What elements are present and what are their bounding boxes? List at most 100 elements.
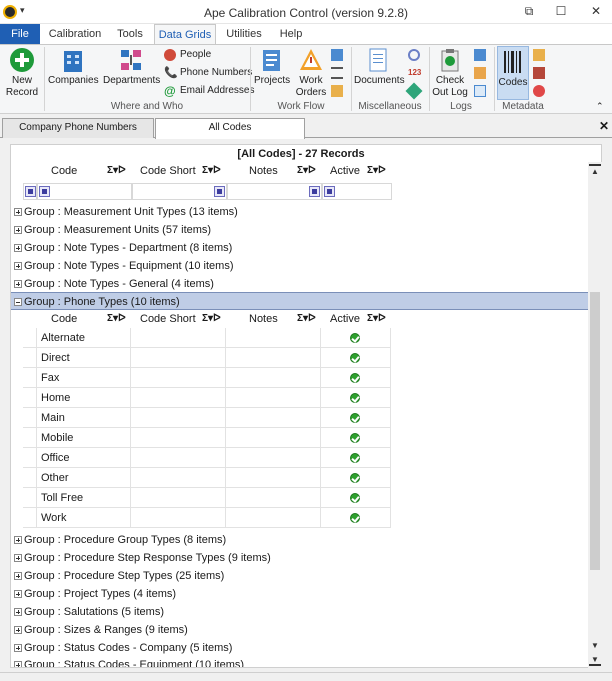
group-row[interactable]: Group : Sizes & Ranges (9 items)	[11, 621, 591, 639]
table-row[interactable]: Work	[23, 508, 391, 528]
new-record-button[interactable]: New Record	[4, 47, 40, 99]
workflow-small-1[interactable]	[331, 47, 345, 63]
workflow-small-3[interactable]	[331, 83, 345, 99]
vertical-scrollbar[interactable]: ▲ ▼ ▼	[588, 162, 602, 668]
expand-icon[interactable]	[14, 554, 22, 562]
table-row[interactable]: Home	[23, 388, 391, 408]
collapse-ribbon-icon[interactable]: ⌃	[596, 101, 604, 112]
table-row[interactable]: Toll Free	[23, 488, 391, 508]
table-row[interactable]: Alternate	[23, 328, 391, 348]
metadata-small-2[interactable]	[533, 65, 547, 81]
close-tab-icon[interactable]: ✕	[599, 119, 609, 133]
misc-small-1[interactable]	[408, 47, 422, 63]
group-row[interactable]: Group : Status Codes - Equipment (10 ite…	[11, 656, 591, 667]
expand-icon[interactable]	[14, 661, 22, 667]
companies-button[interactable]: Companies	[48, 47, 99, 87]
tab-calibration[interactable]: Calibration	[44, 24, 106, 44]
filter-icon[interactable]	[214, 186, 225, 197]
people-button[interactable]: People	[164, 47, 211, 63]
group-row[interactable]: Group : Procedure Step Response Types (9…	[11, 549, 591, 567]
expand-icon[interactable]	[14, 280, 22, 288]
sigma-icon[interactable]: Σ▾ᐅ	[107, 313, 126, 324]
codes-button[interactable]: Codes	[497, 46, 529, 100]
sigma-icon[interactable]: Σ▾ᐅ	[107, 165, 126, 176]
table-row[interactable]: Fax	[23, 368, 391, 388]
expand-icon[interactable]	[14, 244, 22, 252]
expand-icon[interactable]	[14, 262, 22, 270]
group-row[interactable]: Group : Project Types (4 items)	[11, 585, 591, 603]
phone-numbers-button[interactable]: 📞 Phone Numbers	[164, 65, 252, 81]
sigma-icon[interactable]: Σ▾ᐅ	[367, 165, 386, 176]
group-row[interactable]: Group : Salutations (5 items)	[11, 603, 591, 621]
column-header-code[interactable]: Code	[51, 165, 77, 177]
logs-small-3[interactable]	[474, 83, 488, 99]
documents-button[interactable]: Documents	[354, 47, 405, 87]
group-row[interactable]: Group : Procedure Group Types (8 items)	[11, 531, 591, 549]
group-row[interactable]: Group : Measurement Units (57 items)	[11, 221, 591, 239]
tab-tools[interactable]: Tools	[110, 24, 150, 44]
group-row-selected[interactable]: Group : Phone Types (10 items)	[11, 292, 591, 310]
expand-icon[interactable]	[14, 608, 22, 616]
tab-data-grids[interactable]: Data Grids	[154, 24, 216, 44]
clear-filter-icon[interactable]	[25, 186, 36, 197]
filter-active[interactable]	[322, 183, 392, 200]
table-row[interactable]: Mobile	[23, 428, 391, 448]
sigma-icon[interactable]: Σ▾ᐅ	[202, 165, 221, 176]
check-out-log-button[interactable]: Check Out Log	[432, 47, 468, 99]
filter-notes[interactable]	[227, 183, 322, 200]
filter-icon[interactable]	[309, 186, 320, 197]
maximize-icon[interactable]: ☐	[553, 4, 569, 18]
filter-code[interactable]	[37, 183, 132, 200]
table-row[interactable]: Other	[23, 468, 391, 488]
scroll-bottom-icon[interactable]: ▼	[589, 654, 601, 666]
expand-icon[interactable]	[14, 536, 22, 544]
projects-button[interactable]: Projects	[254, 47, 290, 87]
expand-icon[interactable]	[14, 644, 22, 652]
restore-icon[interactable]: ⧉	[521, 4, 537, 19]
tab-file[interactable]: File	[0, 24, 40, 44]
metadata-small-1[interactable]	[533, 47, 547, 63]
group-row[interactable]: Group : Note Types - Equipment (10 items…	[11, 257, 591, 275]
filter-icon[interactable]	[324, 186, 335, 197]
column-header-code-short[interactable]: Code Short	[140, 165, 196, 177]
tab-utilities[interactable]: Utilities	[220, 24, 268, 44]
sub-header-active[interactable]: Active	[330, 313, 360, 325]
metadata-small-3[interactable]	[533, 83, 547, 99]
expand-icon[interactable]	[14, 626, 22, 634]
scroll-down-icon[interactable]: ▼	[589, 640, 601, 652]
expand-icon[interactable]	[14, 590, 22, 598]
misc-small-2[interactable]: 123	[408, 65, 422, 81]
close-icon[interactable]: ✕	[588, 4, 604, 18]
tab-help[interactable]: Help	[272, 24, 310, 44]
sub-header-code-short[interactable]: Code Short	[140, 313, 196, 325]
column-header-active[interactable]: Active	[330, 165, 360, 177]
group-row[interactable]: Group : Procedure Step Types (25 items)	[11, 567, 591, 585]
table-row[interactable]: Office	[23, 448, 391, 468]
tab-all-codes[interactable]: All Codes	[155, 118, 305, 139]
work-orders-button[interactable]: Work Orders	[294, 47, 328, 99]
sub-header-notes[interactable]: Notes	[249, 313, 278, 325]
table-row[interactable]: Direct	[23, 348, 391, 368]
scroll-top-icon[interactable]: ▲	[589, 164, 601, 176]
expand-icon[interactable]	[14, 208, 22, 216]
sub-header-code[interactable]: Code	[51, 313, 77, 325]
misc-small-3[interactable]	[405, 82, 423, 100]
column-header-notes[interactable]: Notes	[249, 165, 278, 177]
email-addresses-button[interactable]: @ Email Addresses	[164, 83, 254, 99]
tab-company-phone-numbers[interactable]: Company Phone Numbers	[2, 118, 154, 138]
departments-button[interactable]: Departments	[103, 47, 160, 87]
filter-code-short[interactable]	[132, 183, 227, 200]
expand-icon[interactable]	[14, 226, 22, 234]
workflow-small-2[interactable]	[331, 65, 345, 81]
sigma-icon[interactable]: Σ▾ᐅ	[297, 313, 316, 324]
filter-clear-cell[interactable]	[23, 183, 37, 200]
scroll-thumb[interactable]	[590, 292, 600, 570]
group-row[interactable]: Group : Measurement Unit Types (13 items…	[11, 203, 591, 221]
expand-icon[interactable]	[14, 572, 22, 580]
group-row[interactable]: Group : Note Types - General (4 items)	[11, 275, 591, 293]
table-row[interactable]: Main	[23, 408, 391, 428]
group-row[interactable]: Group : Status Codes - Company (5 items)	[11, 639, 591, 657]
filter-icon[interactable]	[39, 186, 50, 197]
logs-small-1[interactable]	[474, 47, 488, 63]
sigma-icon[interactable]: Σ▾ᐅ	[202, 313, 221, 324]
